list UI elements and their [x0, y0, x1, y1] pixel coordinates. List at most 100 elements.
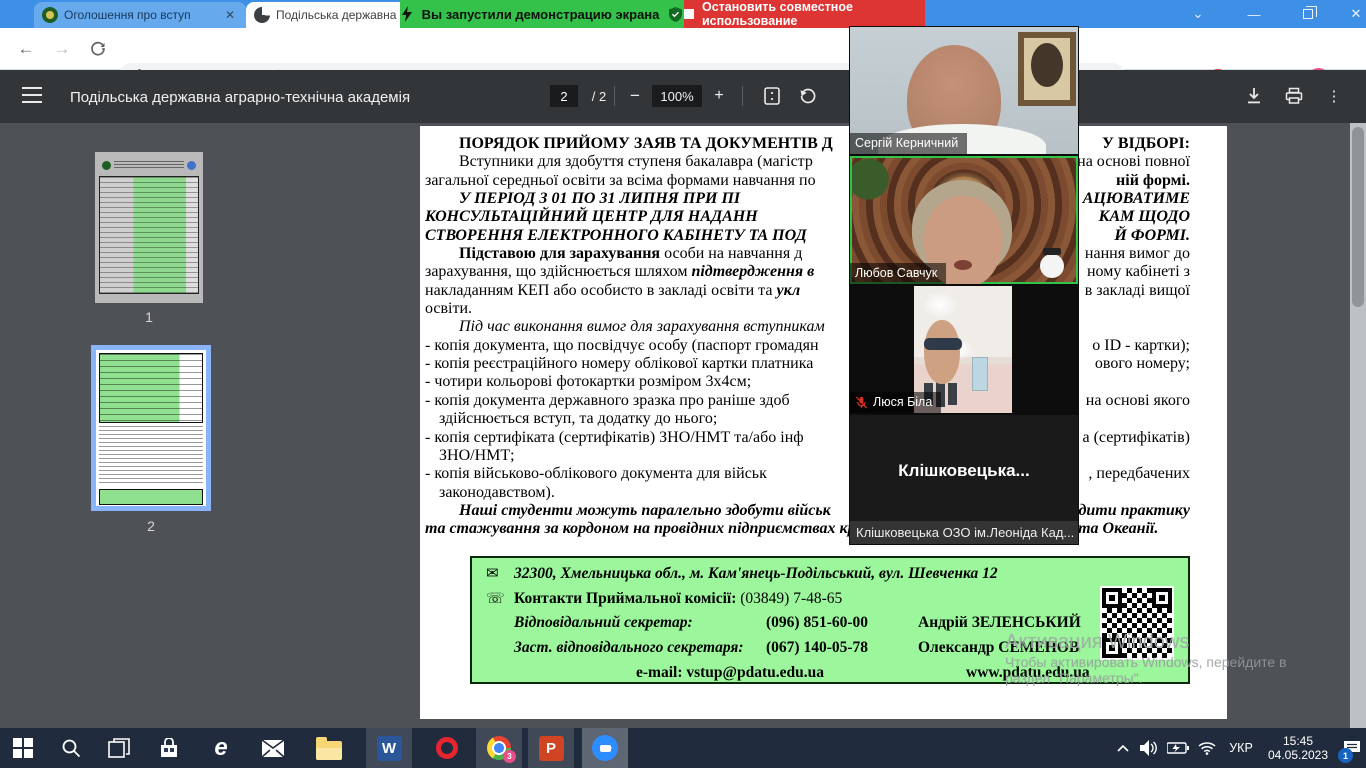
- tray-chevron-icon[interactable]: [1112, 728, 1134, 768]
- tab-title: Оголошення про вступ: [64, 8, 216, 22]
- address-bar: ← → Не конфіденційний pdatu.edu.ua/image…: [0, 28, 1366, 70]
- start-icon[interactable]: [0, 728, 46, 768]
- secretary-name: Андрій ЗЕЛЕНСЬКИЙ: [918, 614, 1081, 631]
- pdf-document-title: Подільська державна аграрно-технічна ака…: [70, 89, 410, 106]
- forward-icon[interactable]: →: [48, 35, 76, 63]
- browser-title-bar: Оголошення про вступ ✕ Подільська держав…: [0, 0, 1366, 28]
- word-icon[interactable]: W: [366, 728, 412, 768]
- rotate-icon[interactable]: [796, 84, 820, 108]
- secretary-row: Відповідальний секретар:(096) 851-60-00А…: [486, 614, 1081, 632]
- tray-time: 15:45: [1283, 734, 1313, 748]
- stop-share-button[interactable]: Остановить совместное использование: [684, 0, 925, 28]
- thumbnail-1-label: 1: [89, 309, 209, 325]
- envelope-icon: ✉: [486, 564, 514, 583]
- scrollbar-thumb[interactable]: [1352, 127, 1364, 307]
- screen-share-banner-text: Вы запустили демонстрацию экрана: [422, 7, 660, 22]
- chrome-icon[interactable]: 3: [476, 728, 522, 768]
- deputy-phone: (067) 140-05-78: [766, 639, 918, 657]
- download-icon[interactable]: [1242, 84, 1266, 108]
- background-door: [972, 357, 988, 391]
- toolbar-divider: [742, 86, 743, 106]
- powerpoint-icon[interactable]: P: [528, 728, 574, 768]
- participant-face: [924, 320, 960, 384]
- opera-icon[interactable]: [424, 728, 470, 768]
- windows-activation-watermark: Активация Windows Чтобы активировать Win…: [1005, 631, 1287, 686]
- contact-address: 32300, Хмельницька обл., м. Кам'янець-По…: [514, 565, 998, 582]
- task-view-icon[interactable]: [96, 728, 142, 768]
- hamburger-icon[interactable]: [22, 87, 42, 103]
- zoom-level-value: 100%: [652, 85, 702, 107]
- zoom-app-icon[interactable]: [582, 728, 628, 768]
- muted-mic-icon: [855, 396, 868, 409]
- window-restore-button[interactable]: [1288, 0, 1328, 28]
- university-logo-icon: [42, 7, 58, 23]
- video-tile-lyusya[interactable]: Люся Біла: [849, 285, 1079, 414]
- contact-email: e-mail: vstup@pdatu.edu.ua: [636, 664, 824, 682]
- window-close-button[interactable]: ✕: [1336, 0, 1366, 28]
- participant-name-label: Сергій Керничний: [850, 133, 967, 154]
- edge-icon[interactable]: e: [198, 728, 244, 768]
- stop-share-label: Остановить совместное использование: [702, 0, 925, 28]
- zoom-video-overlay[interactable]: Сергій Керничний Любов Савчук Люся Біла …: [849, 26, 1079, 545]
- mail-icon[interactable]: [250, 728, 296, 768]
- action-center-icon[interactable]: 1: [1338, 728, 1366, 768]
- page-thumbnail-1[interactable]: [95, 152, 203, 303]
- reload-icon[interactable]: [84, 35, 112, 63]
- clipped-previous-line: кампанії: [462, 126, 525, 130]
- battery-icon[interactable]: [1164, 728, 1192, 768]
- zoom-out-icon[interactable]: −: [624, 85, 646, 107]
- video-tile-lyubov-active[interactable]: Любов Савчук: [849, 155, 1079, 285]
- wifi-icon[interactable]: [1194, 728, 1220, 768]
- contact-phone-label: Контакти Приймальної комісії:: [514, 590, 736, 607]
- window-minimize-button[interactable]: —: [1234, 0, 1274, 28]
- thumb-text-block: [99, 426, 203, 486]
- shield-check-icon: [669, 7, 682, 22]
- clock[interactable]: 15:45 04.05.2023: [1262, 728, 1334, 768]
- pdf-toolbar: Подільська державна аграрно-технічна ака…: [0, 70, 1366, 123]
- wall-portrait: [1018, 32, 1076, 106]
- pdf-more-icon[interactable]: ⋮: [1322, 84, 1346, 108]
- stop-icon: [684, 9, 694, 19]
- thumb-table: [99, 176, 199, 294]
- notification-badge: 1: [1338, 748, 1353, 763]
- video-tile-klishkovetska[interactable]: Клішковецька... Клішковецька ОЗО ім.Леон…: [849, 414, 1079, 545]
- page-thumbnail-2-selected[interactable]: [91, 345, 211, 511]
- volume-icon[interactable]: [1136, 728, 1162, 768]
- video-tile-sergiy[interactable]: Сергій Керничний: [849, 26, 1079, 155]
- participant-mouth: [954, 260, 972, 270]
- pdf-site-favicon-icon: [254, 7, 270, 23]
- lightning-icon: [402, 6, 412, 22]
- participant-name-label: Любов Савчук: [850, 263, 946, 284]
- tab-close-icon[interactable]: ✕: [222, 8, 238, 22]
- participant-name-label: Клішковецька ОЗО ім.Леоніда Кад...: [850, 521, 1078, 544]
- contact-phone-row: ☏Контакти Приймальної комісії: (03849) 7…: [486, 589, 842, 608]
- language-indicator[interactable]: УКР: [1222, 728, 1260, 768]
- participant-display-name: Клішковецька...: [850, 461, 1078, 481]
- fit-page-icon[interactable]: [760, 84, 784, 108]
- page-number-input[interactable]: [550, 85, 578, 107]
- screen-share-banner: Вы запустили демонстрацию экрана: [400, 0, 684, 28]
- contact-address-row: ✉32300, Хмельницька обл., м. Кам'янець-П…: [486, 564, 998, 583]
- scrollbar[interactable]: [1350, 123, 1366, 728]
- page-total-label: / 2: [584, 85, 614, 107]
- watermark-line: Чтобы активировать Windows, перейдите в: [1005, 654, 1287, 670]
- thumbnail-2-label: 2: [91, 518, 211, 534]
- toolbar-divider: [614, 86, 615, 106]
- print-icon[interactable]: [1282, 84, 1306, 108]
- sunglasses: [924, 338, 962, 350]
- secretary-label: Відповідальний секретар:: [514, 614, 766, 632]
- secretary-phone: (096) 851-60-00: [766, 614, 918, 632]
- zoom-in-icon[interactable]: +: [708, 85, 730, 107]
- deputy-row: Заст. відповідального секретаря:(067) 14…: [486, 639, 1079, 657]
- back-icon[interactable]: ←: [12, 35, 40, 63]
- search-icon[interactable]: [48, 728, 94, 768]
- tab-ogoloshennya[interactable]: Оголошення про вступ ✕: [34, 2, 246, 28]
- thumb-contact-box: [99, 489, 203, 505]
- tab-search-chevron-icon[interactable]: ⌄: [1178, 0, 1218, 28]
- store-icon[interactable]: [146, 728, 192, 768]
- chrome-badge: 3: [503, 750, 516, 763]
- tray-date: 04.05.2023: [1268, 748, 1328, 762]
- phone-icon: ☏: [486, 589, 514, 608]
- thumb-logo-right: [187, 161, 196, 170]
- file-explorer-icon[interactable]: [306, 728, 352, 768]
